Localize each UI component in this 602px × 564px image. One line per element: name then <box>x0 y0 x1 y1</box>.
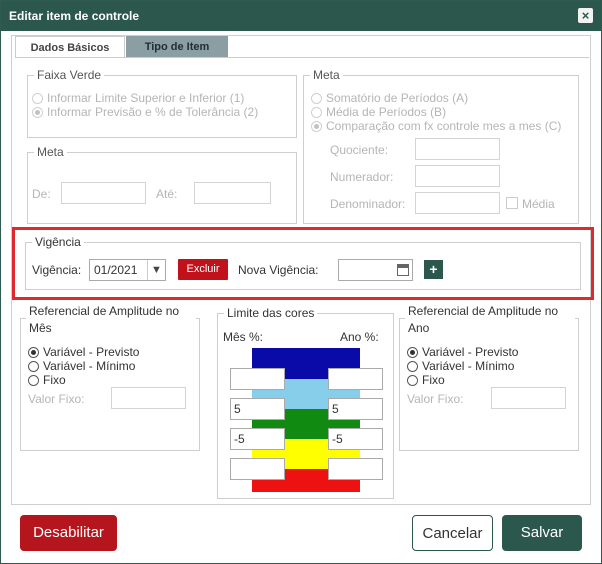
ref-ano-title-line2: Ano <box>408 321 430 335</box>
ate-label: Até: <box>156 187 178 201</box>
ref-ano-valor-fixo-input[interactable] <box>491 387 566 409</box>
denominador-label: Denominador: <box>330 197 406 211</box>
radio-selected-icon <box>28 346 39 358</box>
mes-limit-input-1[interactable] <box>230 368 285 390</box>
option-label: Informar Previsão e % de Tolerância (2) <box>47 105 259 119</box>
mes-limit-input-3[interactable]: -5 <box>230 428 285 450</box>
ano-limit-input-4[interactable] <box>328 458 383 480</box>
quociente-label: Quociente: <box>330 143 389 157</box>
de-input[interactable] <box>61 182 146 204</box>
ref-ano-option-minimo[interactable]: Variável - Mínimo <box>407 359 514 373</box>
ate-input[interactable] <box>194 182 271 204</box>
ref-mes-valor-fixo-input[interactable] <box>111 387 186 409</box>
ref-mes-valor-fixo-label: Valor Fixo: <box>28 392 85 406</box>
ref-mes-title-line1: Referencial de Amplitude no <box>29 304 180 318</box>
ano-limit-input-1[interactable] <box>328 368 383 390</box>
tab-tipo-de-item[interactable]: Tipo de Item <box>126 36 228 58</box>
limite-cores-legend: Limite das cores <box>227 306 315 320</box>
radio-icon <box>407 374 418 386</box>
radio-icon <box>311 92 322 104</box>
faixa-verde-option-2[interactable]: Informar Previsão e % de Tolerância (2) <box>32 105 258 119</box>
disable-button[interactable]: Desabilitar <box>20 515 117 551</box>
meta-option-b[interactable]: Média de Períodos (B) <box>311 105 446 119</box>
de-label: De: <box>32 187 51 201</box>
mes-limit-input-2[interactable]: 5 <box>230 398 285 420</box>
option-label: Variável - Previsto <box>422 345 519 359</box>
add-vigencia-button[interactable]: + <box>424 260 443 279</box>
radio-icon <box>32 92 43 104</box>
option-label: Informar Limite Superior e Inferior (1) <box>47 91 245 105</box>
ref-mes-option-previsto[interactable]: Variável - Previsto <box>28 345 139 359</box>
numerador-input[interactable] <box>415 165 500 187</box>
meta-left-legend: Meta <box>37 145 64 159</box>
option-label: Fixo <box>43 373 66 387</box>
vigencia-legend: Vigência <box>35 235 81 249</box>
radio-icon <box>311 106 322 118</box>
ref-ano-title-line1: Referencial de Amplitude no <box>408 304 559 318</box>
quociente-input[interactable] <box>415 138 500 160</box>
radio-icon <box>28 374 39 386</box>
option-label: Média de Períodos (B) <box>326 105 447 119</box>
ref-mes-option-fixo[interactable]: Fixo <box>28 373 66 387</box>
meta-option-c[interactable]: Comparação com fx controle mes a mes (C) <box>311 119 561 133</box>
ref-mes-title-line2: Mês <box>29 321 52 335</box>
vigencia-select[interactable]: 01/2021 ▼ <box>89 259 166 281</box>
option-label: Variável - Previsto <box>43 345 140 359</box>
radio-icon <box>28 360 39 372</box>
vigencia-label: Vigência: <box>32 263 82 277</box>
ref-mes-title: Referencial de Amplitude no Mês <box>26 303 196 337</box>
save-button[interactable]: Salvar <box>502 515 582 551</box>
dialog-titlebar: Editar item de controle × <box>1 1 601 31</box>
denominador-input[interactable] <box>415 192 500 214</box>
radio-selected-icon <box>311 120 322 132</box>
faixa-verde-legend: Faixa Verde <box>37 68 102 82</box>
close-icon[interactable]: × <box>578 8 593 23</box>
nova-vigencia-label: Nova Vigência: <box>238 263 319 277</box>
ref-mes-option-minimo[interactable]: Variável - Mínimo <box>28 359 135 373</box>
mes-percent-label: Mês %: <box>223 330 264 344</box>
faixa-verde-option-1[interactable]: Informar Limite Superior e Inferior (1) <box>32 91 244 105</box>
meta-legend: Meta <box>313 68 340 82</box>
edit-control-item-dialog: Editar item de controle × Dados Básicos … <box>0 0 602 564</box>
option-label: Somatório de Períodos (A) <box>326 91 469 105</box>
chevron-down-icon: ▼ <box>147 260 165 280</box>
vigencia-selected-value: 01/2021 <box>94 263 138 277</box>
ref-ano-valor-fixo-label: Valor Fixo: <box>407 392 464 406</box>
radio-selected-icon <box>32 106 43 118</box>
ref-ano-title: Referencial de Amplitude no Ano <box>405 303 575 337</box>
ano-percent-label: Ano %: <box>340 330 379 344</box>
excluir-button[interactable]: Excluir <box>178 259 228 280</box>
radio-selected-icon <box>407 346 418 358</box>
meta-option-a[interactable]: Somatório de Períodos (A) <box>311 91 468 105</box>
ano-limit-input-2[interactable]: 5 <box>328 398 383 420</box>
tab-dados-basicos[interactable]: Dados Básicos <box>15 36 125 58</box>
calendar-icon[interactable] <box>397 264 409 276</box>
option-label: Comparação com fx controle mes a mes (C) <box>326 119 562 133</box>
ref-ano-option-previsto[interactable]: Variável - Previsto <box>407 345 518 359</box>
ano-limit-input-3[interactable]: -5 <box>328 428 383 450</box>
radio-icon <box>407 360 418 372</box>
nova-vigencia-date-input[interactable] <box>338 259 413 281</box>
cancel-button[interactable]: Cancelar <box>412 515 493 551</box>
numerador-label: Numerador: <box>330 170 394 184</box>
dialog-title: Editar item de controle <box>9 9 140 23</box>
ref-ano-option-fixo[interactable]: Fixo <box>407 373 445 387</box>
tab-underline <box>15 57 589 58</box>
option-label: Variável - Mínimo <box>43 359 136 373</box>
mes-limit-input-4[interactable] <box>230 458 285 480</box>
media-checkbox[interactable] <box>506 197 518 209</box>
option-label: Variável - Mínimo <box>422 359 515 373</box>
option-label: Fixo <box>422 373 445 387</box>
media-label: Média <box>522 197 555 211</box>
